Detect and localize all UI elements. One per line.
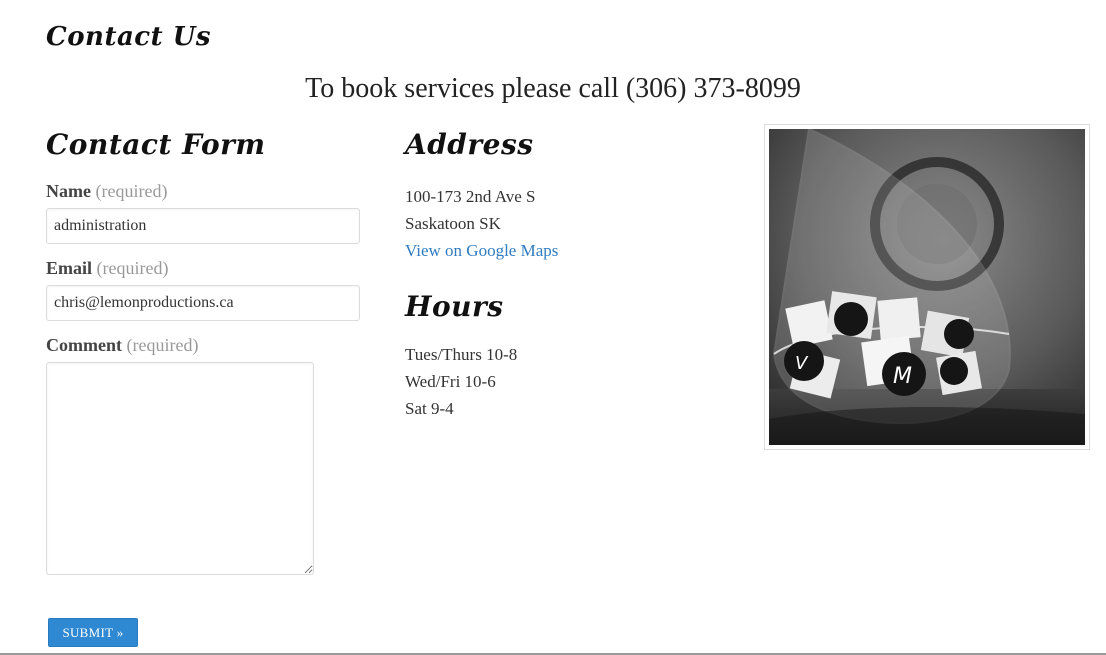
hours-title: Hours [405, 290, 504, 323]
hours-line-3: Sat 9-4 [405, 399, 454, 418]
page-title: Contact Us [46, 22, 211, 52]
hours-line-1: Tues/Thurs 10-8 [405, 345, 518, 364]
email-label: Email (required) [46, 258, 366, 279]
address-line-2: Saskatoon SK [405, 214, 501, 233]
glass-bowl-photo: M V [764, 124, 1090, 450]
address-title: Address [405, 128, 534, 161]
submit-button[interactable]: SUBMIT » [48, 618, 138, 647]
name-input[interactable] [46, 208, 360, 244]
comment-required-note: (required) [126, 335, 199, 355]
contact-form: Contact Form Name (required) Email (requ… [46, 128, 366, 575]
svg-text:M: M [893, 364, 912, 389]
comment-textarea[interactable] [46, 362, 314, 575]
comment-label: Comment (required) [46, 335, 366, 356]
contact-form-title: Contact Form [46, 128, 266, 161]
email-required-note: (required) [96, 258, 169, 278]
email-input[interactable] [46, 285, 360, 321]
hours-line-2: Wed/Fri 10-6 [405, 372, 496, 391]
email-label-text: Email [46, 258, 93, 278]
svg-text:V: V [795, 353, 809, 374]
name-label-text: Name [46, 181, 91, 201]
glass-bowl-photo-image: M V [769, 129, 1085, 445]
google-maps-link[interactable]: View on Google Maps [405, 237, 725, 264]
address-line-1: 100-173 2nd Ave S [405, 187, 536, 206]
name-label: Name (required) [46, 181, 366, 202]
name-required-note: (required) [95, 181, 168, 201]
booking-phone-line: To book services please call (306) 373-8… [305, 73, 801, 104]
comment-label-text: Comment [46, 335, 122, 355]
info-column: Address 100-173 2nd Ave S Saskatoon SK V… [405, 128, 725, 422]
